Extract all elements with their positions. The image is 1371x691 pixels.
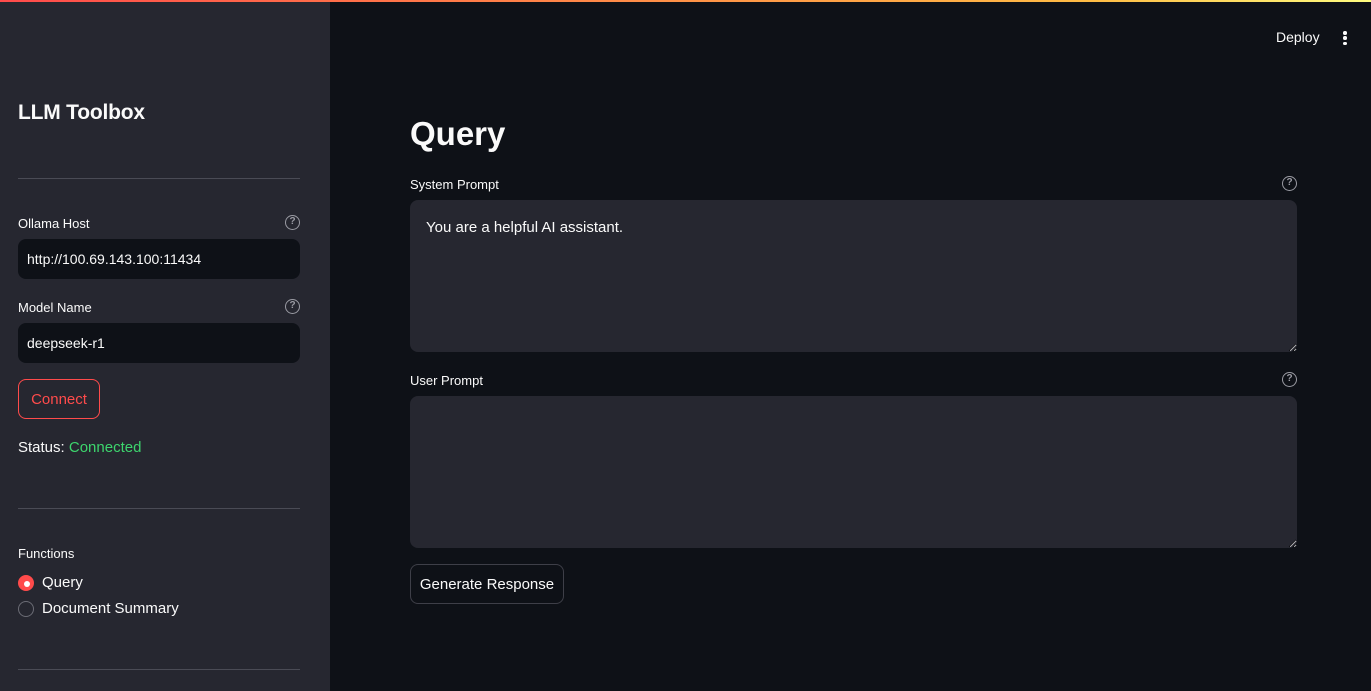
help-icon[interactable]: ? — [285, 215, 300, 230]
deploy-button[interactable]: Deploy — [1276, 29, 1320, 45]
status-label: Status: — [18, 439, 65, 456]
app-title: LLM Toolbox — [18, 101, 145, 124]
divider — [18, 669, 300, 670]
help-icon[interactable]: ? — [1282, 372, 1297, 387]
generate-response-button[interactable]: Generate Response — [410, 564, 564, 604]
top-decoration-bar — [0, 0, 1371, 2]
connection-status: Status: Connected — [18, 439, 141, 456]
main-content: Deploy Query System Prompt ? You are a h… — [330, 0, 1371, 691]
help-icon[interactable]: ? — [1282, 176, 1297, 191]
divider — [18, 508, 300, 509]
user-prompt-textarea[interactable] — [410, 396, 1297, 548]
page-title: Query — [410, 115, 506, 152]
functions-label: Functions — [18, 546, 75, 561]
radio-option-document-summary[interactable]: Document Summary — [18, 600, 179, 617]
connect-button[interactable]: Connect — [18, 379, 100, 419]
help-icon[interactable]: ? — [285, 299, 300, 314]
model-name-input[interactable] — [18, 323, 300, 363]
status-value: Connected — [68, 439, 142, 456]
radio-unchecked-icon[interactable] — [18, 600, 34, 617]
ollama-host-input[interactable] — [18, 239, 300, 279]
sidebar: LLM Toolbox Ollama Host ? Model Name ? C… — [0, 0, 330, 691]
user-prompt-label: User Prompt — [410, 373, 483, 388]
system-prompt-textarea[interactable]: You are a helpful AI assistant. — [410, 200, 1297, 352]
radio-option-query[interactable]: Query — [18, 574, 83, 591]
divider — [18, 178, 300, 179]
radio-label: Document Summary — [42, 600, 179, 617]
radio-label: Query — [42, 574, 83, 591]
more-options-icon[interactable] — [1340, 29, 1350, 47]
ollama-host-label: Ollama Host — [18, 216, 90, 231]
model-name-label: Model Name — [18, 300, 92, 315]
system-prompt-label: System Prompt — [410, 177, 499, 192]
radio-checked-icon[interactable] — [18, 574, 34, 591]
